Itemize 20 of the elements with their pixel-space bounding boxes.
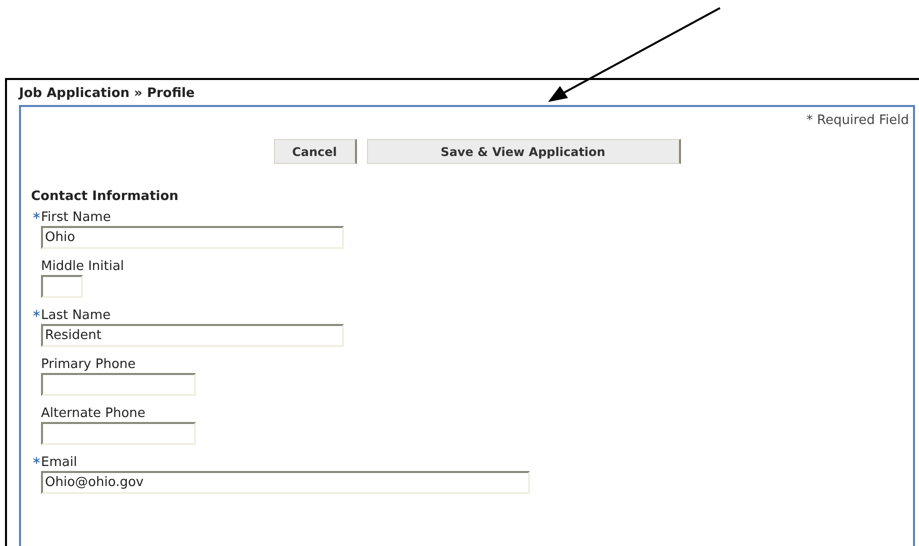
input-field[interactable] — [41, 422, 196, 445]
input-field[interactable]: Ohio@ohio.gov — [41, 471, 530, 494]
required-note: * Required Field — [805, 113, 909, 129]
field-label: Middle Initial — [41, 258, 124, 275]
field-label: Alternate Phone — [41, 405, 146, 422]
required-asterisk-icon — [33, 310, 40, 317]
field-label: Primary Phone — [41, 356, 136, 373]
input-field[interactable] — [41, 275, 83, 298]
input-field[interactable]: Ohio — [41, 226, 344, 249]
required-asterisk-icon — [33, 457, 40, 464]
page-title: Job Application » Profile — [19, 86, 196, 102]
input-field[interactable] — [41, 373, 196, 396]
field-label: First Name — [41, 209, 111, 226]
required-asterisk-icon — [33, 212, 40, 219]
cancel-button[interactable]: Cancel — [274, 139, 356, 164]
input-field[interactable]: Resident — [41, 324, 344, 347]
field-label: Last Name — [41, 307, 111, 324]
section-title: Contact Information — [31, 189, 180, 205]
save-button[interactable]: Save & View Application — [366, 139, 680, 164]
field-label: Email — [41, 454, 78, 471]
